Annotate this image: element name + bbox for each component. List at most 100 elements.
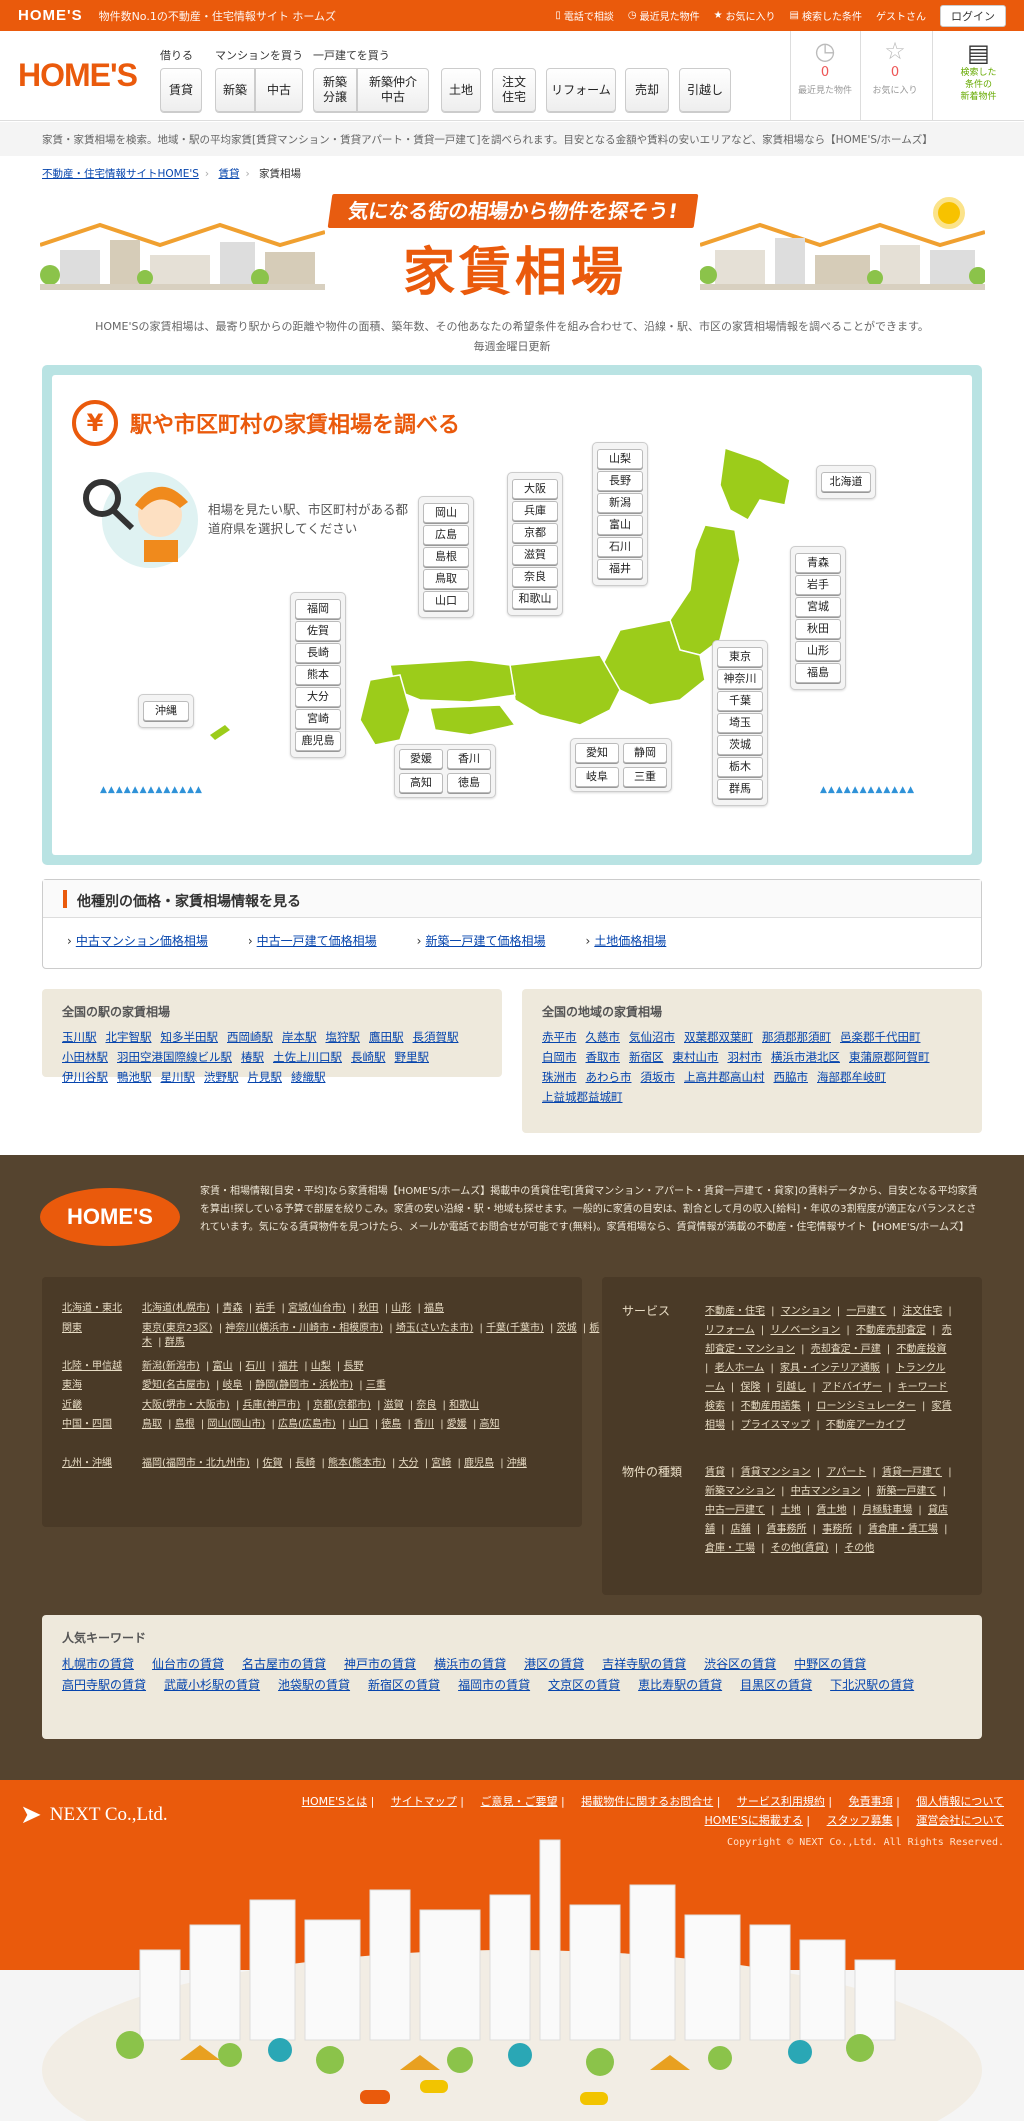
service-link[interactable]: 保険 [740,1382,760,1393]
bottom-link[interactable]: 運営会社について [916,1814,1004,1827]
region-pref-link[interactable]: 山梨 [311,1361,331,1372]
station-link[interactable]: 綾織駅 [291,1070,326,1084]
service-link[interactable]: 一戸建て [846,1306,886,1317]
type-link[interactable]: 事務所 [822,1524,852,1535]
service-link[interactable]: 売却査定・戸建 [811,1344,881,1355]
station-link[interactable]: 土佐上川口駅 [273,1050,342,1064]
region-pref-link[interactable]: 岩手 [255,1303,275,1314]
service-link[interactable]: アドバイザー [822,1382,882,1393]
type-link[interactable]: 店舗 [731,1524,751,1535]
type-link[interactable]: 新築マンション [705,1486,775,1497]
link-used-mansion-price[interactable]: 中古マンション価格相場 [67,932,208,949]
bottom-link[interactable]: 個人情報について [916,1795,1004,1808]
pref-gifu[interactable]: 岐阜 [575,767,619,787]
region-pref-link[interactable]: 福井 [278,1361,298,1372]
service-link[interactable]: 不動産売却査定 [856,1325,926,1336]
station-link[interactable]: 知多半田駅 [161,1030,219,1044]
site-logo[interactable]: HOME'S [18,57,138,94]
keyword-link[interactable]: 新宿区の賃貸 [368,1678,440,1692]
pref-hyogo[interactable]: 兵庫 [512,501,558,521]
region-pref-link[interactable]: 千葉(千葉市) [486,1323,544,1334]
area-link[interactable]: 上益城郡益城町 [542,1090,623,1104]
station-link[interactable]: 西岡崎駅 [227,1030,273,1044]
pref-wakayama[interactable]: 和歌山 [512,589,558,609]
region-pref-link[interactable]: 山口 [349,1419,369,1430]
region-label[interactable]: 北陸・甲信越 [62,1360,142,1374]
top-logo[interactable]: HOME'S [18,7,83,24]
area-link[interactable]: 東村山市 [673,1050,719,1064]
keyword-link[interactable]: 吉祥寺駅の賃貸 [602,1657,686,1671]
region-pref-link[interactable]: 北海道(札幌市) [142,1303,210,1314]
pref-yamanashi[interactable]: 山梨 [597,449,643,469]
pref-tokushima[interactable]: 徳島 [447,773,491,793]
type-link[interactable]: 新築一戸建て [876,1486,936,1497]
region-pref-link[interactable]: 沖縄 [507,1458,527,1469]
region-pref-link[interactable]: 島根 [175,1419,195,1430]
station-link[interactable]: 長須賀駅 [413,1030,459,1044]
area-link[interactable]: 横浜市港北区 [771,1050,840,1064]
pref-gunma[interactable]: 群馬 [717,779,763,799]
pref-aichi[interactable]: 愛知 [575,743,619,763]
type-link[interactable]: 賃土地 [816,1505,846,1516]
phone-consult-link[interactable]: ▯ 電話で相談 [555,8,614,23]
pref-saitama[interactable]: 埼玉 [717,713,763,733]
footer-logo[interactable]: HOME'S [40,1188,180,1246]
area-link[interactable]: 双葉郡双葉町 [684,1030,753,1044]
region-pref-link[interactable]: 愛媛 [447,1419,467,1430]
pref-tokyo[interactable]: 東京 [717,647,763,667]
pref-hokkaido[interactable]: 北海道 [821,472,871,492]
type-link[interactable]: 賃倉庫・賃工場 [868,1524,938,1535]
pref-mie[interactable]: 三重 [623,767,667,787]
area-link[interactable]: 新宿区 [629,1050,664,1064]
history-favorites[interactable]: ☆ 0 お気に入り [860,31,929,121]
station-link[interactable]: 野里駅 [395,1050,430,1064]
type-link[interactable]: その他 [844,1543,874,1554]
region-pref-link[interactable]: 和歌山 [449,1400,479,1411]
service-link[interactable]: 不動産用語集 [741,1401,801,1412]
region-pref-link[interactable]: 福島 [424,1303,444,1314]
pref-iwate[interactable]: 岩手 [795,575,841,595]
pref-fukuoka[interactable]: 福岡 [295,599,341,619]
station-link[interactable]: 椿駅 [241,1050,264,1064]
service-link[interactable]: 不動産・住宅 [705,1306,765,1317]
area-link[interactable]: 須坂市 [641,1070,676,1084]
station-link[interactable]: 岸本駅 [282,1030,317,1044]
nav-new-house[interactable]: 新築 分譲 [313,68,357,112]
station-link[interactable]: 玉川駅 [62,1030,97,1044]
region-pref-link[interactable]: 福岡(福岡市・北九州市) [142,1458,250,1469]
region-pref-link[interactable]: 佐賀 [263,1458,283,1469]
keyword-link[interactable]: 武蔵小杉駅の賃貸 [164,1678,260,1692]
region-label[interactable]: 北海道・東北 [62,1302,142,1316]
region-pref-link[interactable]: 徳島 [381,1419,401,1430]
pref-nagano[interactable]: 長野 [597,471,643,491]
pref-miyagi[interactable]: 宮城 [795,597,841,617]
pref-fukui[interactable]: 福井 [597,559,643,579]
station-link[interactable]: 塩狩駅 [326,1030,361,1044]
keyword-link[interactable]: 高円寺駅の賃貸 [62,1678,146,1692]
nav-used-house[interactable]: 新築仲介 中古 [357,68,429,112]
history-recent[interactable]: ◷ 0 最近見た物件 [790,31,859,121]
pref-hiroshima[interactable]: 広島 [423,525,469,545]
link-new-house-price[interactable]: 新築一戸建て価格相場 [417,932,545,949]
nav-new-mansion[interactable]: 新築 [215,68,255,112]
region-label[interactable]: 関東 [62,1322,142,1336]
area-link[interactable]: 羽村市 [728,1050,763,1064]
link-used-house-price[interactable]: 中古一戸建て価格相場 [248,932,377,949]
pref-akita[interactable]: 秋田 [795,619,841,639]
keyword-link[interactable]: 恵比寿駅の賃貸 [638,1678,722,1692]
service-link[interactable]: ローンシミュレーター [816,1401,915,1412]
area-link[interactable]: 珠洲市 [542,1070,577,1084]
station-link[interactable]: 鴨池駅 [117,1070,152,1084]
service-link[interactable]: マンション [781,1306,831,1317]
region-pref-link[interactable]: 愛知(名古屋市) [142,1380,210,1391]
region-pref-link[interactable]: 岡山(岡山市) [207,1419,265,1430]
area-link[interactable]: 邑楽郡千代田町 [840,1030,921,1044]
type-link[interactable]: 賃貸マンション [741,1467,811,1478]
service-link[interactable]: 不動産投資 [896,1344,946,1355]
area-link[interactable]: 海部郡牟岐町 [817,1070,886,1084]
nav-moving[interactable]: 引越し [679,68,731,112]
pref-aomori[interactable]: 青森 [795,553,841,573]
breadcrumb-home[interactable]: 不動産・住宅情報サイトHOME'S [42,168,199,180]
region-pref-link[interactable]: 神奈川(横浜市・川崎市・相模原市) [225,1323,383,1334]
region-pref-link[interactable]: 石川 [245,1361,265,1372]
